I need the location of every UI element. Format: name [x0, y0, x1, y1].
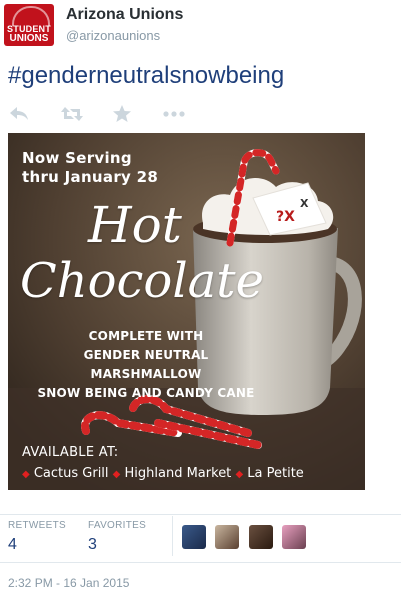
location-la-petite: La Petite: [247, 466, 304, 481]
bullet-icon: ◆: [22, 469, 30, 480]
hot-chocolate-poster-image[interactable]: ?X X Now Serving thru January 28 Hot Cho…: [8, 133, 365, 490]
poster-chocolate: Chocolate: [20, 253, 264, 309]
favorites-count: 3: [88, 536, 97, 553]
svg-text:?X: ?X: [276, 209, 295, 225]
favorite-star-icon[interactable]: [112, 104, 138, 126]
stats-separator: [172, 516, 173, 556]
avatar-text-unions: UNIONS: [9, 33, 49, 44]
stats-bottom-divider: [0, 562, 401, 563]
poster-now-serving-line1: Now Serving: [22, 149, 132, 167]
more-dots-icon[interactable]: [162, 104, 188, 126]
hashtag-link[interactable]: #genderneutralsnowbeing: [8, 62, 284, 90]
location-cactus-grill: Cactus Grill: [33, 466, 109, 481]
user-avatar[interactable]: [248, 525, 273, 549]
retweets-count: 4: [8, 536, 17, 553]
poster-now-serving: Now Serving thru January 28: [22, 149, 158, 187]
bullet-icon: ◆: [112, 469, 121, 480]
bullet-icon: ◆: [235, 469, 244, 480]
favoriter-avatars: [182, 525, 311, 549]
retweets-stat[interactable]: RETWEETS 4: [8, 520, 66, 554]
user-avatar[interactable]: [215, 525, 240, 549]
svg-text:X: X: [300, 197, 309, 210]
poster-available-at: AVAILABLE AT:: [22, 445, 119, 460]
avatar[interactable]: STUDENT UNIONS: [4, 4, 54, 46]
retweets-label: RETWEETS: [8, 520, 66, 531]
poster-hot: Hot: [88, 196, 182, 254]
retweet-icon[interactable]: [60, 104, 86, 126]
stats-top-divider: [0, 514, 401, 515]
poster-description: COMPLETE WITH GENDER NEUTRAL MARSHMALLOW…: [26, 327, 266, 403]
seal-icon: [12, 6, 50, 26]
poster-desc-line2: GENDER NEUTRAL MARSHMALLOW: [83, 348, 209, 381]
poster-now-serving-line2: thru January 28: [22, 168, 159, 186]
favorites-label: FAVORITES: [88, 520, 147, 531]
poster-desc-line1: COMPLETE WITH: [88, 329, 204, 343]
user-avatar[interactable]: [282, 525, 307, 549]
poster-desc-line3: SNOW BEING AND CANDY CANE: [37, 386, 255, 400]
tweet-actions: [8, 104, 208, 128]
user-avatar[interactable]: [182, 525, 206, 549]
reply-icon[interactable]: [8, 104, 34, 126]
location-highland-market: Highland Market: [124, 466, 232, 481]
favorites-stat[interactable]: FAVORITES 3: [88, 520, 146, 554]
account-name[interactable]: Arizona Unions: [66, 6, 183, 24]
poster-locations: ◆ Cactus Grill ◆ Highland Market ◆ La Pe…: [22, 466, 304, 481]
tweet-timestamp[interactable]: 2:32 PM - 16 Jan 2015: [8, 576, 129, 590]
account-handle[interactable]: @arizonaunions: [66, 28, 160, 43]
tweet-header: STUDENT UNIONS Arizona Unions @arizonaun…: [0, 0, 401, 52]
